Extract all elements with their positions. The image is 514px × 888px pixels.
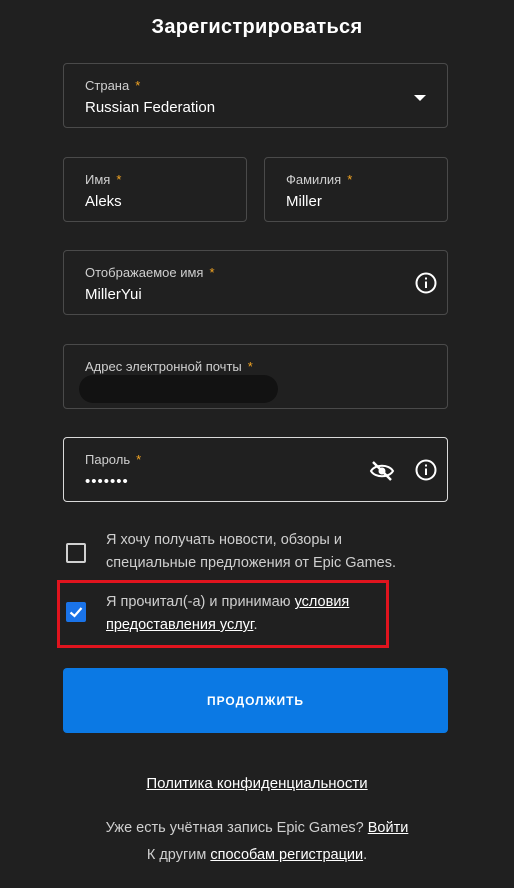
country-label: Страна * bbox=[85, 78, 141, 93]
continue-button[interactable]: ПРОДОЛЖИТЬ bbox=[63, 668, 448, 733]
display-name-value: MillerYui bbox=[85, 286, 142, 303]
first-name-value: Aleks bbox=[85, 193, 122, 210]
login-link[interactable]: Войти bbox=[368, 820, 409, 836]
display-name-label: Отображаемое имя * bbox=[85, 265, 215, 280]
chevron-down-icon[interactable] bbox=[414, 95, 426, 101]
other-methods-line: К другим способам регистрации. bbox=[146, 847, 368, 863]
terms-link[interactable]: условия bbox=[295, 594, 350, 610]
password-value: ••••••• bbox=[85, 473, 129, 490]
checkmark-icon bbox=[69, 607, 83, 618]
newsletter-checkbox[interactable] bbox=[66, 543, 86, 563]
eye-off-icon[interactable] bbox=[369, 460, 395, 482]
first-name-field[interactable]: Имя * Aleks bbox=[63, 157, 247, 222]
privacy-policy-link[interactable]: Политика конфиденциальности bbox=[146, 775, 367, 792]
email-value-redacted bbox=[79, 375, 278, 403]
terms-link-continued[interactable]: предоставления услуг bbox=[106, 617, 253, 633]
newsletter-label: Я хочу получать новости, обзоры и специа… bbox=[106, 532, 396, 571]
display-name-field[interactable]: Отображаемое имя * MillerYui bbox=[63, 250, 448, 315]
country-select[interactable]: Страна * Russian Federation bbox=[63, 63, 448, 128]
have-account-line: Уже есть учётная запись Epic Games? Войт… bbox=[105, 820, 409, 836]
terms-label: Я прочитал(-а) и принимаю условия предос… bbox=[106, 594, 350, 633]
email-field[interactable]: Адрес электронной почты * bbox=[63, 344, 448, 409]
password-field[interactable]: Пароль * ••••••• bbox=[63, 437, 448, 502]
terms-checkbox[interactable] bbox=[66, 602, 86, 622]
privacy-policy-row: Политика конфиденциальности bbox=[0, 775, 514, 792]
password-label: Пароль * bbox=[85, 452, 142, 467]
page-title: Зарегистрироваться bbox=[151, 16, 363, 38]
last-name-field[interactable]: Фамилия * Miller bbox=[264, 157, 448, 222]
info-icon[interactable] bbox=[415, 459, 437, 481]
last-name-value: Miller bbox=[286, 193, 322, 210]
first-name-label: Имя * bbox=[85, 172, 122, 187]
other-methods-link[interactable]: способам регистрации bbox=[210, 847, 363, 863]
country-value: Russian Federation bbox=[85, 99, 216, 116]
last-name-label: Фамилия * bbox=[286, 172, 353, 187]
info-icon[interactable] bbox=[415, 272, 437, 294]
email-label: Адрес электронной почты * bbox=[85, 359, 253, 374]
